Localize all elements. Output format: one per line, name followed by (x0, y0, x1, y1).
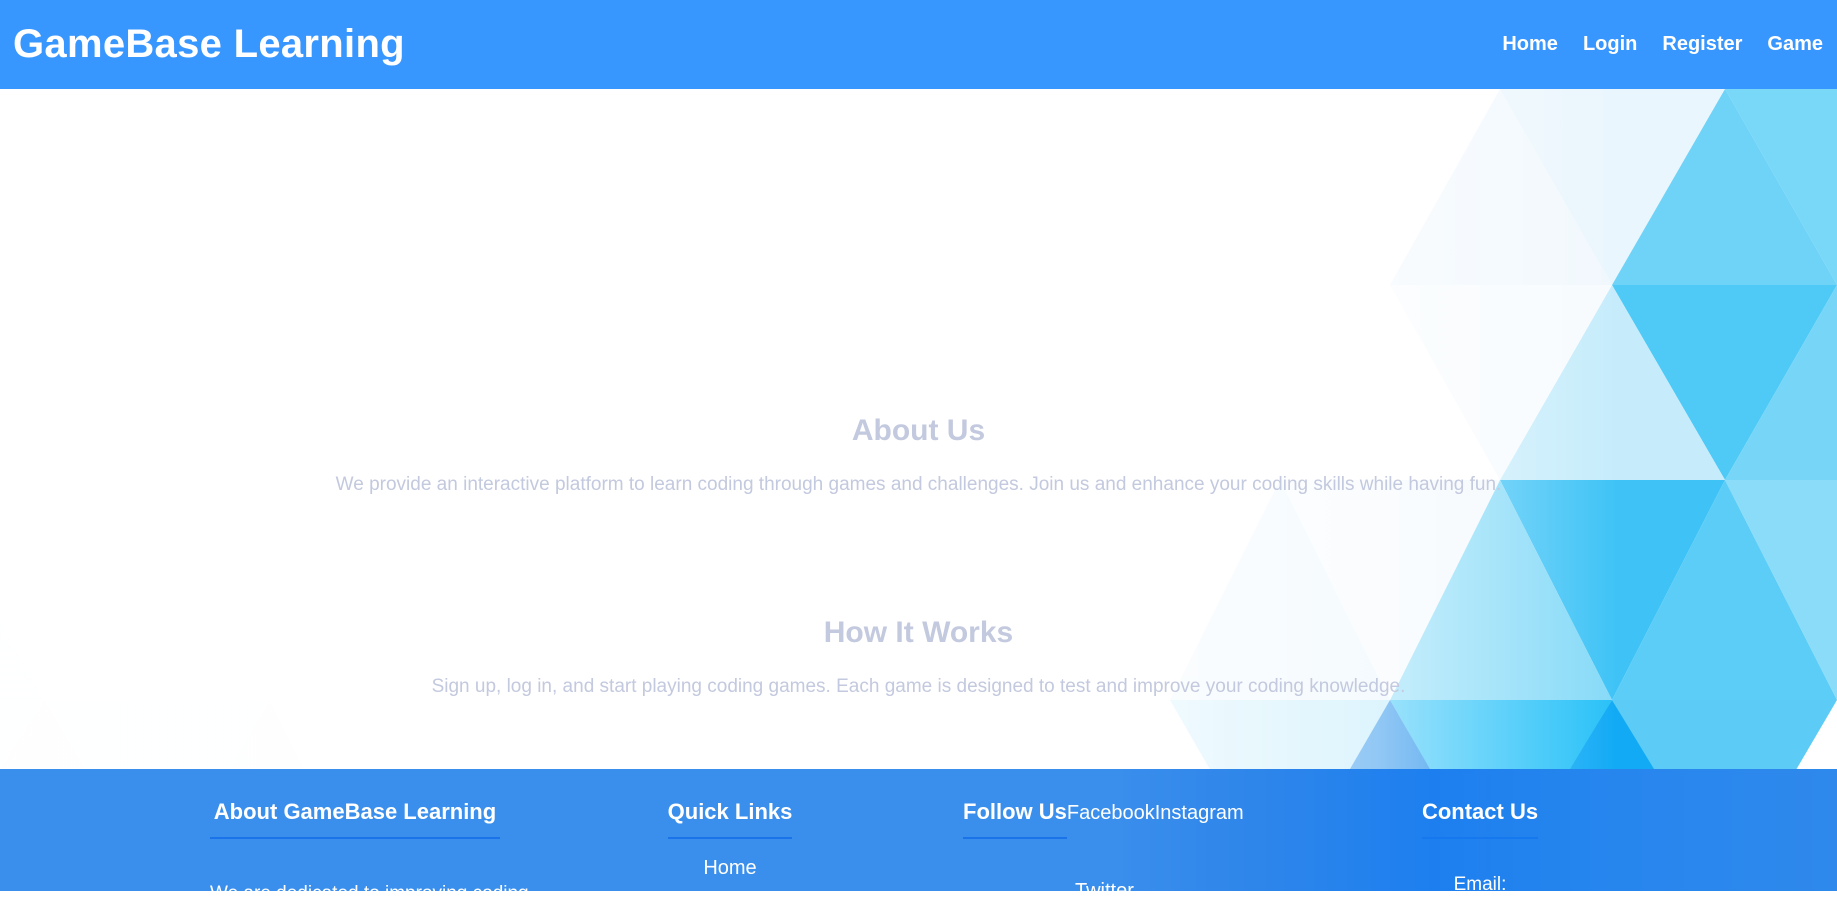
footer-contact-email-label: Email: (1453, 874, 1507, 895)
footer-follow-column: Follow Us Facebook Instagram Twitter (963, 799, 1244, 902)
nav-register-link[interactable]: Register (1662, 33, 1742, 56)
footer-about-text: We are dedicated to improving coding (210, 883, 529, 904)
footer-contact-column: Contact Us Email: (1420, 799, 1540, 896)
site-footer: About GameBase Learning We are dedicated… (0, 769, 1837, 904)
footer-quick-links-heading: Quick Links (667, 799, 793, 839)
footer-contact-heading: Contact Us (1421, 799, 1539, 839)
main-content: About Us We provide an interactive platf… (0, 89, 1837, 769)
nav-game-link[interactable]: Game (1767, 33, 1823, 56)
footer-about-column: About GameBase Learning We are dedicated… (210, 799, 529, 905)
footer-quick-links-column: Quick Links Home (666, 799, 794, 880)
how-it-works-heading: How It Works (823, 616, 1014, 649)
about-heading: About Us (851, 414, 986, 447)
about-section: About Us We provide an interactive platf… (0, 414, 1837, 496)
nav-home-link[interactable]: Home (1502, 33, 1558, 56)
site-logo-title[interactable]: GameBase Learning (13, 22, 405, 67)
main-nav: Home Login Register Game (1502, 33, 1823, 56)
how-it-works-description: Sign up, log in, and start playing codin… (431, 676, 1406, 697)
footer-about-heading: About GameBase Learning (210, 799, 500, 839)
top-navbar: GameBase Learning Home Login Register Ga… (0, 0, 1837, 89)
about-description: We provide an interactive platform to le… (335, 474, 1502, 495)
nav-login-link[interactable]: Login (1583, 33, 1637, 56)
facebook-link[interactable]: Facebook (1067, 802, 1155, 825)
footer-follow-heading: Follow Us (963, 799, 1067, 839)
twitter-link[interactable]: Twitter (1075, 880, 1134, 903)
instagram-link[interactable]: Instagram (1155, 802, 1244, 825)
how-it-works-section: How It Works Sign up, log in, and start … (0, 616, 1837, 698)
footer-home-link[interactable]: Home (666, 857, 794, 880)
